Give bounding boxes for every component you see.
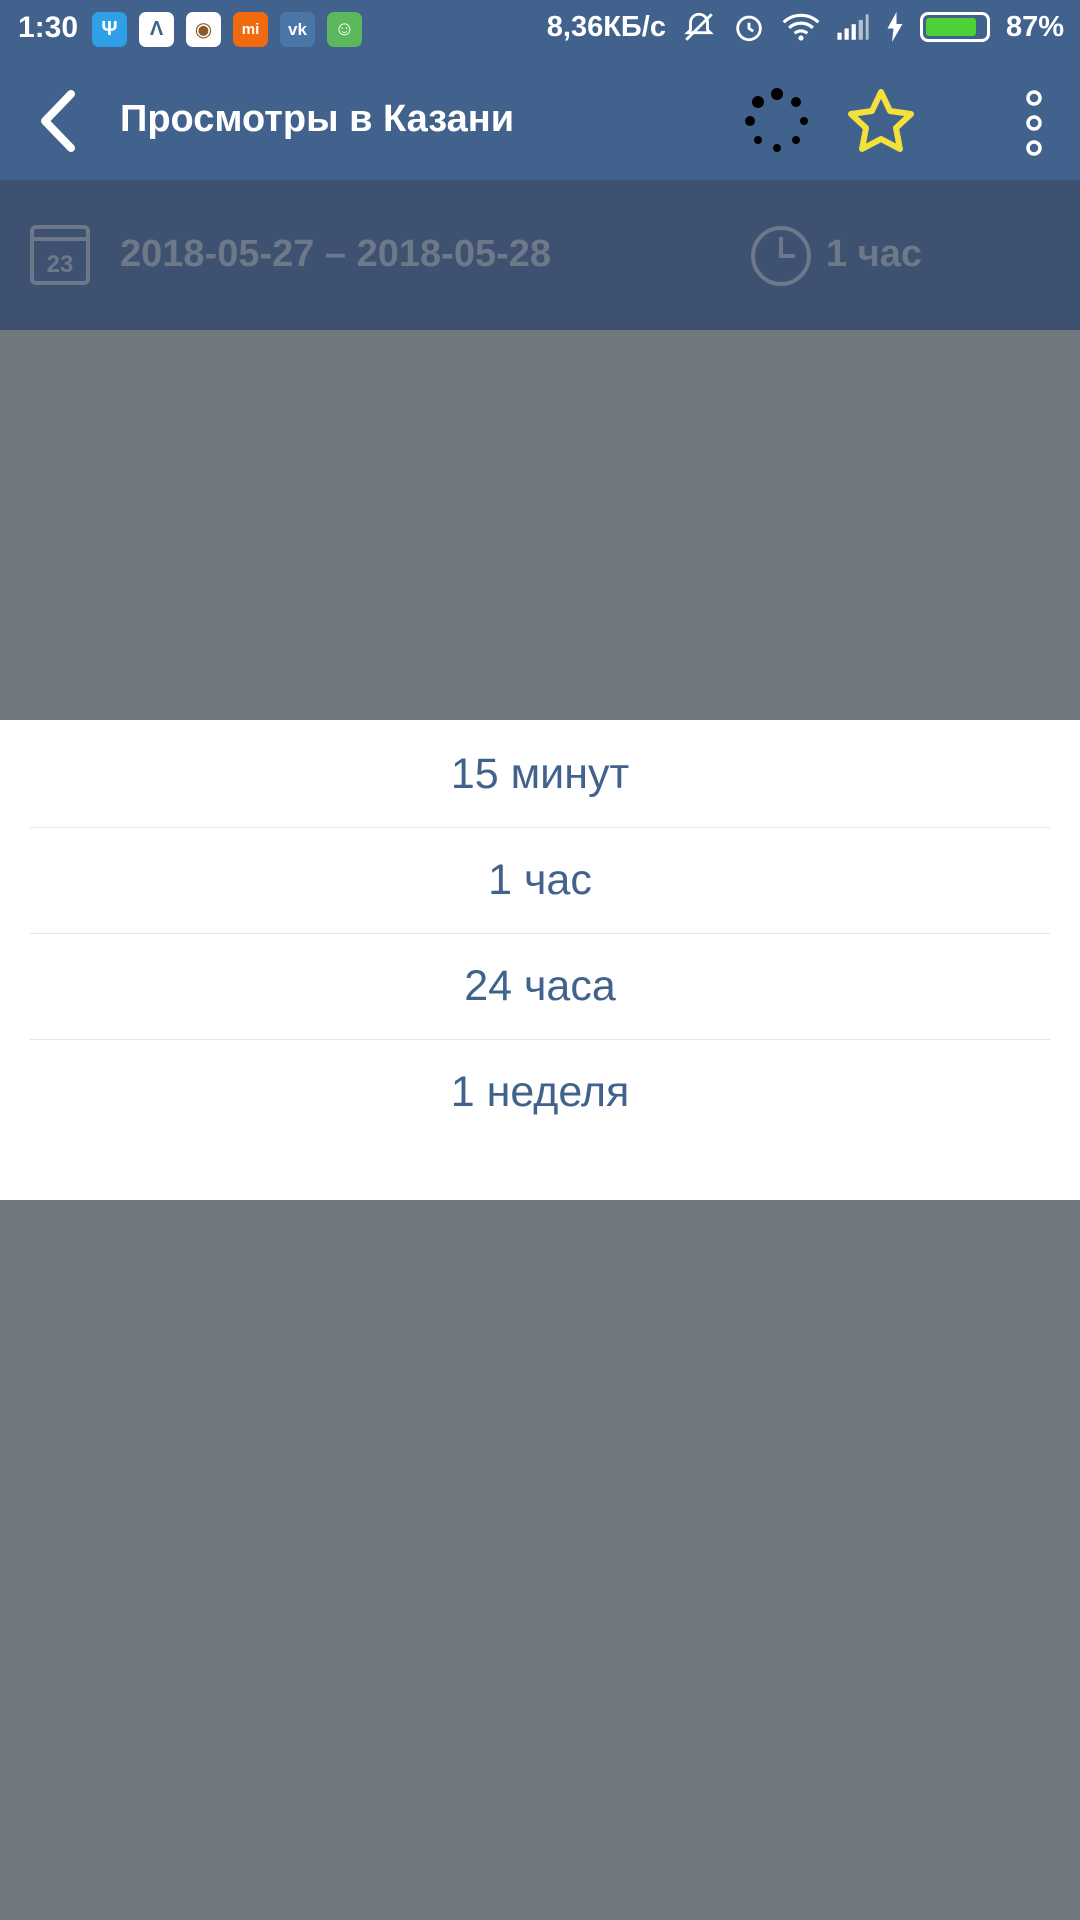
calendar-icon[interactable]: 23 (30, 225, 90, 285)
signal-icon (836, 12, 870, 42)
calendar-day: 23 (47, 251, 74, 278)
usb-icon: Ψ (92, 12, 127, 47)
status-time: 1:30 (18, 11, 79, 44)
status-right: 8,36КБ/с 87% (547, 10, 1064, 44)
back-arrow-icon (41, 90, 75, 152)
mi-app-icon: mi (233, 12, 268, 47)
period-option-1hour[interactable]: 1 час (0, 828, 1080, 933)
loading-spinner-icon (745, 88, 808, 152)
date-range[interactable]: 2018-05-27 – 2018-05-28 (120, 233, 551, 276)
clock-icon[interactable] (750, 225, 812, 287)
notification-icons: Ψ Λ ◉ mi vk ☺ (92, 12, 362, 47)
android-app-icon: ☺ (327, 12, 362, 47)
period-option-15min[interactable]: 15 минут (0, 722, 1080, 827)
mute-bell-icon (682, 10, 716, 44)
battery-percent: 87% (1005, 10, 1064, 43)
status-bar: 1:30 Ψ Λ ◉ mi vk ☺ 8,36КБ/с 87% (0, 0, 1080, 60)
more-options-icon[interactable] (1016, 88, 1052, 158)
back-button[interactable] (24, 88, 90, 154)
cat-app-icon: ◉ (186, 12, 221, 47)
favorite-star-icon[interactable] (845, 86, 917, 158)
arrow-app-icon: Λ (139, 12, 174, 47)
period-picker: 15 минут 1 час 24 часа 1 неделя (0, 720, 1080, 1200)
battery-icon (919, 12, 990, 42)
period-option-24hours[interactable]: 24 часа (0, 934, 1080, 1039)
vk-app-icon: vk (280, 12, 315, 47)
period-selector[interactable]: 1 час (826, 233, 922, 276)
page-title: Просмотры в Казани (120, 98, 515, 140)
filter-bar: 23 2018-05-27 – 2018-05-28 1 час (0, 180, 1080, 330)
net-speed: 8,36КБ/с (546, 10, 666, 43)
alarm-icon (732, 10, 766, 44)
app-toolbar: Просмотры в Казани (0, 60, 1080, 180)
period-option-1week[interactable]: 1 неделя (0, 1040, 1080, 1145)
wifi-icon (782, 12, 820, 42)
charging-icon (886, 12, 904, 42)
